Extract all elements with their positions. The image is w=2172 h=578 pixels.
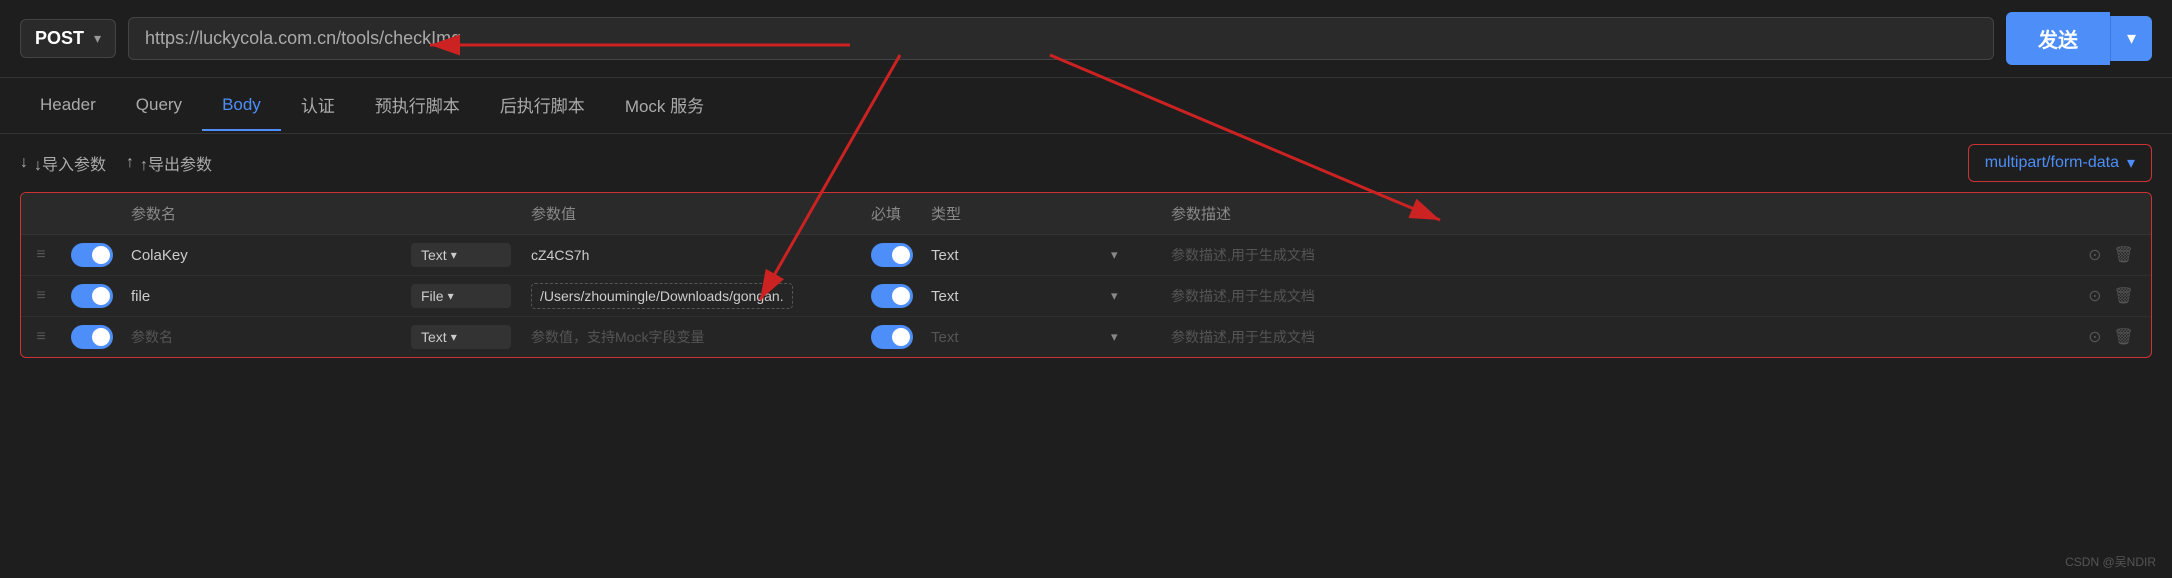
delete-icon-file[interactable]: 🗑 [2114,286,2134,306]
import-params-button[interactable]: ↓ ↓导入参数 [20,151,106,175]
required-colakey[interactable] [861,243,921,267]
table-header: 参数名 参数值 必填 类型 参数描述 [21,193,2151,235]
col-required: 必填 [861,203,921,224]
col-type-chevron [1101,203,1161,224]
param-value-new[interactable]: 参数值，支持Mock字段变量 [521,327,861,347]
export-icon: ↑ [126,154,134,172]
param-name-colakey[interactable]: ColaKey [121,247,401,264]
copy-icon-colakey[interactable]: ⊙ [2088,245,2101,265]
top-bar: POST ▾ 发送 ▾ [0,0,2172,78]
tab-post-script[interactable]: 后执行脚本 [480,78,605,133]
type-file: Text [921,288,1101,305]
method-label: POST [35,28,84,49]
col-param-value: 参数值 [521,203,861,224]
col-description: 参数描述 [1161,203,2071,224]
col-enabled [61,203,121,224]
name-type-colakey[interactable]: Text▾ [401,243,521,267]
type-new: Text [921,329,1101,346]
method-select[interactable]: POST ▾ [20,19,116,58]
tab-query[interactable]: Query [116,81,202,131]
copy-icon-new[interactable]: ⊙ [2088,327,2101,347]
type-chevron-new[interactable]: ▾ [1101,329,1161,345]
tab-auth[interactable]: 认证 [281,78,355,133]
param-name-file[interactable]: file [121,288,401,305]
col-name-type [401,203,521,224]
name-type-file[interactable]: File▾ [401,284,521,308]
send-dropdown-button[interactable]: ▾ [2110,16,2152,61]
tab-mock[interactable]: Mock 服务 [605,78,724,133]
copy-icon-file[interactable]: ⊙ [2088,286,2101,306]
col-type: 类型 [921,203,1101,224]
delete-icon-new[interactable]: 🗑 [2114,327,2134,347]
content-type-label: multipart/form-data [1985,154,2119,172]
param-name-new[interactable]: 参数名 [121,327,401,347]
col-drag [21,203,61,224]
url-input[interactable] [128,17,1994,60]
param-value-colakey[interactable]: cZ4CS7h [521,247,861,263]
drag-handle-icon[interactable]: ≡ [21,246,61,264]
tab-header[interactable]: Header [20,81,116,131]
import-label: ↓导入参数 [34,151,106,175]
export-params-button[interactable]: ↑ ↑导出参数 [126,151,212,175]
required-file[interactable] [861,284,921,308]
desc-file[interactable]: 参数描述,用于生成文档 [1161,286,2071,306]
export-label: ↑导出参数 [140,151,212,175]
drag-handle-icon[interactable]: ≡ [21,328,61,346]
table-row: ≡ ColaKey Text▾ cZ4CS7h Text ▾ 参数描述,用于生成… [21,235,2151,276]
type-chevron-colakey[interactable]: ▾ [1101,247,1161,263]
type-chevron-file[interactable]: ▾ [1101,288,1161,304]
param-value-file[interactable]: /Users/zhoumingle/Downloads/gongan. [521,288,861,305]
drag-handle-icon[interactable]: ≡ [21,287,61,305]
type-colakey: Text [921,247,1101,264]
toggle-file[interactable] [61,284,121,308]
params-table: 参数名 参数值 必填 类型 参数描述 ≡ ColaKey Text▾ cZ4CS… [20,192,2152,358]
col-param-name: 参数名 [121,203,401,224]
col-actions [2071,203,2151,224]
desc-new[interactable]: 参数描述,用于生成文档 [1161,327,2071,347]
tab-pre-script[interactable]: 预执行脚本 [355,78,480,133]
toggle-new[interactable] [61,325,121,349]
tab-body[interactable]: Body [202,81,281,131]
toolbar: ↓ ↓导入参数 ↑ ↑导出参数 multipart/form-data ▾ [0,134,2172,192]
toggle-colakey[interactable] [61,243,121,267]
send-button[interactable]: 发送 [2006,12,2110,65]
send-btn-group: 发送 ▾ [2006,12,2152,65]
tabs-bar: Header Query Body 认证 预执行脚本 后执行脚本 Mock 服务 [0,78,2172,134]
method-chevron-icon: ▾ [94,30,101,47]
desc-colakey[interactable]: 参数描述,用于生成文档 [1161,245,2071,265]
delete-icon-colakey[interactable]: 🗑 [2114,245,2134,265]
content-type-chevron-icon: ▾ [2127,153,2135,173]
toolbar-left: ↓ ↓导入参数 ↑ ↑导出参数 [20,151,212,175]
content-type-select[interactable]: multipart/form-data ▾ [1968,144,2152,182]
watermark: CSDN @吴NDIR [2065,553,2156,570]
table-row: ≡ 参数名 Text▾ 参数值，支持Mock字段变量 Text ▾ 参数描述,用… [21,317,2151,357]
table-row: ≡ file File▾ /Users/zhoumingle/Downloads… [21,276,2151,317]
import-icon: ↓ [20,154,28,172]
name-type-new[interactable]: Text▾ [401,325,521,349]
required-new[interactable] [861,325,921,349]
